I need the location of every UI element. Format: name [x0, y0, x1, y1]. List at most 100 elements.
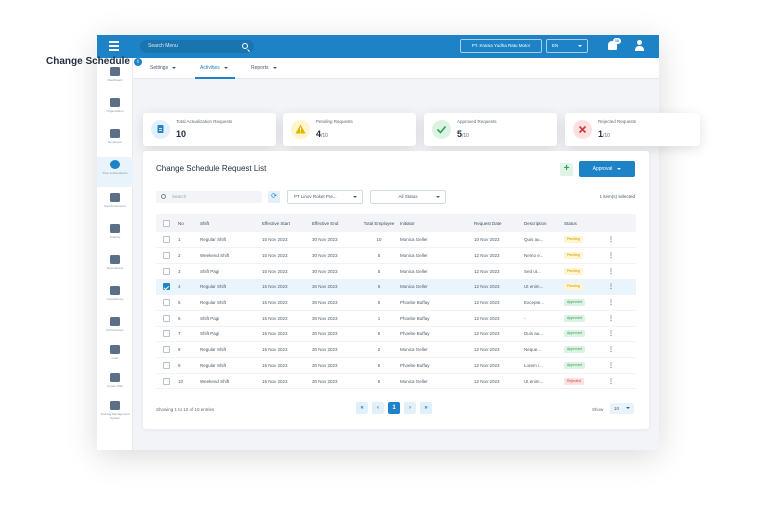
row-checkbox[interactable] [162, 252, 170, 260]
row-select-cell[interactable] [156, 294, 176, 311]
refresh-icon[interactable]: ⟳ [268, 191, 280, 203]
info-icon[interactable]: i [134, 58, 142, 66]
cell-actions: ⋮ [606, 232, 636, 249]
cell-initiator: Monica Geller [398, 279, 472, 296]
menu-search-input[interactable]: Search Menu [140, 40, 254, 53]
sidebar-item-career-plan[interactable]: Career Plan [97, 370, 133, 398]
cell-no: 7 [176, 326, 198, 343]
header-effective-start[interactable]: Effective Start [260, 214, 310, 232]
more-options-icon[interactable]: ⋮ [608, 300, 614, 306]
approval-button[interactable]: Approval [579, 161, 635, 177]
status-filter-dropdown[interactable]: All Status [370, 190, 446, 204]
cell-status: Approved [562, 357, 606, 374]
first-page-button[interactable]: « [356, 402, 368, 414]
hamburger-menu-icon[interactable] [109, 41, 119, 51]
row-select-cell[interactable] [156, 373, 176, 390]
cell-effective-end: 30 Nov 2023 [310, 310, 360, 327]
row-checkbox[interactable] [162, 236, 170, 244]
row-checkbox[interactable] [162, 377, 170, 385]
table-row[interactable]: 8 Regular Shift 15 Nov 2023 30 Nov 2023 2 Mon… [156, 341, 636, 358]
sidebar-item-organization[interactable]: Organization [97, 95, 133, 123]
cell-shift: Regular Shift [198, 279, 260, 296]
more-options-icon[interactable]: ⋮ [608, 363, 614, 369]
row-select-cell[interactable] [156, 310, 176, 327]
row-select-cell[interactable] [156, 341, 176, 358]
sidebar-item-training-management[interactable]: Training Management System [97, 398, 133, 432]
sidebar-item-training[interactable]: Training [97, 221, 133, 249]
cell-total-employee: 1 [360, 310, 398, 327]
more-options-icon[interactable]: ⋮ [608, 269, 614, 275]
search-icon[interactable] [242, 43, 248, 49]
list-search-input[interactable]: Search [156, 191, 262, 203]
header-no[interactable]: No [176, 214, 198, 232]
selected-count: 1 item(s) selected [599, 194, 635, 199]
row-select-cell[interactable] [156, 279, 176, 296]
more-options-icon[interactable]: ⋮ [608, 237, 614, 243]
last-page-button[interactable]: » [420, 402, 432, 414]
more-options-icon[interactable]: ⋮ [608, 253, 614, 259]
table-row[interactable]: 9 Regular Shift 15 Nov 2023 30 Nov 2023 5 Pho… [156, 357, 636, 374]
cell-shift: Shift Pagi [198, 263, 260, 280]
row-checkbox[interactable] [162, 283, 170, 291]
table-row[interactable]: 1 Regular Shift 15 Nov 2023 30 Nov 2023 10 Mo… [156, 232, 636, 249]
cell-effective-end: 30 Nov 2023 [310, 279, 360, 296]
row-checkbox[interactable] [162, 346, 170, 354]
user-avatar-icon[interactable] [634, 40, 644, 52]
row-checkbox[interactable] [162, 299, 170, 307]
row-select-cell[interactable] [156, 263, 176, 280]
status-badge: Pending [564, 267, 583, 275]
subnav-settings[interactable]: Settings [150, 65, 176, 71]
more-options-icon[interactable]: ⋮ [608, 331, 614, 337]
next-page-button[interactable]: › [404, 402, 416, 414]
table-row[interactable]: 4 Regular Shift 15 Nov 2023 30 Nov 2023 5 Mon… [156, 279, 636, 296]
sidebar-item-time-attendance[interactable]: Time & Attendance [97, 157, 133, 187]
subnav-activities[interactable]: Activities [200, 65, 228, 71]
header-initiator[interactable]: Initiator [398, 214, 472, 232]
more-options-icon[interactable]: ⋮ [608, 347, 614, 353]
header-status[interactable]: Status [562, 214, 606, 232]
header-effective-end[interactable]: Effective End [310, 214, 360, 232]
row-checkbox[interactable] [162, 314, 170, 322]
table-row[interactable]: 6 Shift Pagi 15 Nov 2023 30 Nov 2023 1 Phoebe… [156, 310, 636, 327]
page-size-dropdown[interactable]: 10 [610, 403, 634, 414]
select-all-checkbox[interactable] [162, 219, 170, 227]
table-row[interactable]: 2 Weekend Shift 15 Nov 2023 30 Nov 2023 5 Mon… [156, 247, 636, 264]
sidebar-item-recruitment[interactable]: Recruitment [97, 252, 133, 280]
header-description[interactable]: Description [522, 214, 562, 232]
more-options-icon[interactable]: ⋮ [608, 316, 614, 322]
row-select-cell[interactable] [156, 247, 176, 264]
sidebar-item-loan[interactable]: Loan [97, 342, 133, 370]
sidebar-item-competency[interactable]: Competency [97, 283, 133, 311]
table-row[interactable]: 10 Weekend Shift 15 Nov 2023 30 Nov 2023 5 Mo… [156, 373, 636, 390]
table-row[interactable]: 3 Shift Pagi 15 Nov 2023 30 Nov 2023 5 Monica… [156, 263, 636, 280]
table-row[interactable]: 5 Regular Shift 15 Nov 2023 30 Nov 2023 5 Pho… [156, 294, 636, 311]
cell-status: Pending [562, 279, 606, 296]
language-selector[interactable]: EN [546, 39, 588, 53]
company-filter-dropdown[interactable]: PT Linov Roket Pre... [287, 190, 363, 204]
prev-page-button[interactable]: ‹ [372, 402, 384, 414]
table-row[interactable]: 7 Shift Pagi 15 Nov 2023 30 Nov 2023 5 Phoebe… [156, 326, 636, 343]
sidebar-item-employee[interactable]: Employee [97, 126, 133, 154]
row-select-cell[interactable] [156, 232, 176, 249]
header-request-date[interactable]: Request Date [472, 214, 522, 232]
header-shift[interactable]: Shift [198, 214, 260, 232]
sidebar-item-dashboard[interactable]: Dashboard [97, 64, 133, 92]
cell-total-employee: 5 [360, 279, 398, 296]
company-selector[interactable]: PT. Krama Yudha Ratu Motor [460, 39, 542, 53]
header-total-employee[interactable]: Total Employee [360, 214, 398, 232]
row-checkbox[interactable] [162, 267, 170, 275]
row-checkbox[interactable] [162, 361, 170, 369]
more-options-icon[interactable]: ⋮ [608, 284, 614, 290]
row-checkbox[interactable] [162, 330, 170, 338]
page-1-button[interactable]: 1 [388, 402, 400, 414]
add-request-button[interactable]: + [560, 163, 573, 176]
select-all-cell[interactable] [156, 214, 176, 232]
sidebar-item-performance[interactable]: Performance [97, 314, 133, 342]
cell-effective-end: 30 Nov 2023 [310, 232, 360, 249]
cell-initiator: Monica Geller [398, 341, 472, 358]
row-select-cell[interactable] [156, 326, 176, 343]
row-select-cell[interactable] [156, 357, 176, 374]
sidebar-item-reimbursement[interactable]: Reimbursement [97, 190, 133, 218]
subnav-reports[interactable]: Reports [251, 65, 277, 71]
more-options-icon[interactable]: ⋮ [608, 379, 614, 385]
